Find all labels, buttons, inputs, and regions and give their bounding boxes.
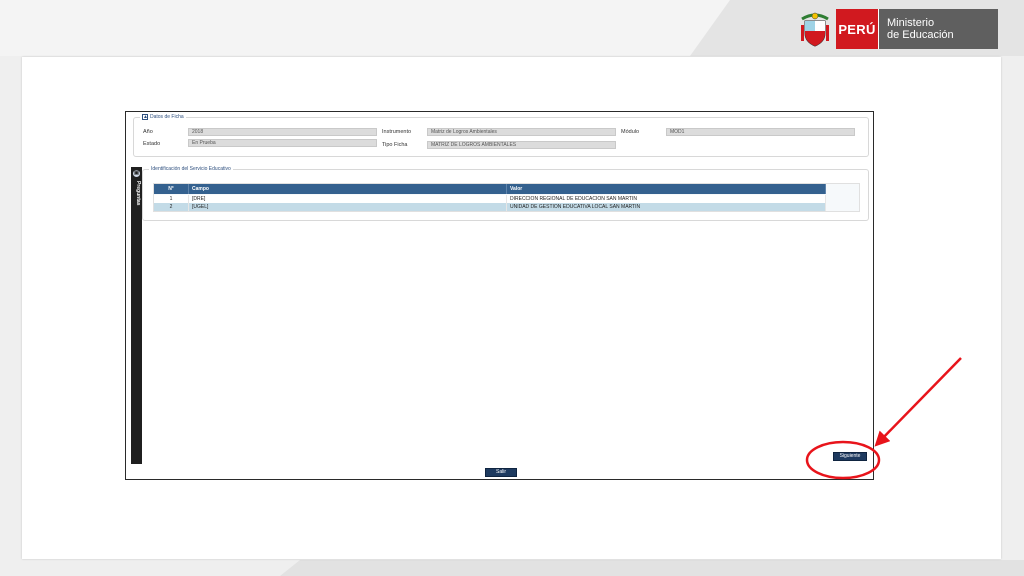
- collapse-toggle-icon[interactable]: ▲: [142, 114, 148, 120]
- instrumento-label: Instrumento: [382, 129, 412, 135]
- preguntas-label: Preguntas: [135, 181, 141, 206]
- row-valor: DIRECCION REGIONAL DE EDUCACION SAN MART…: [507, 195, 826, 203]
- column-header-valor[interactable]: Valor: [507, 184, 826, 194]
- ministry-name: Ministerio de Educación: [878, 9, 998, 49]
- table-row[interactable]: 1 [DRE] DIRECCION REGIONAL DE EDUCACION …: [154, 195, 826, 203]
- instrumento-field[interactable]: Matriz de Logros Ambientales: [427, 128, 616, 136]
- siguiente-button[interactable]: Siguiente: [833, 452, 867, 461]
- servicio-grid: N° Campo Valor 1 [DRE] DIRECCION REGIONA…: [153, 183, 860, 212]
- peru-label: PERÚ: [836, 9, 878, 49]
- preguntas-icon: ▣: [133, 170, 140, 177]
- minedu-logo: PERÚ Ministerio de Educación: [798, 9, 998, 49]
- grid-header: N° Campo Valor: [154, 184, 826, 194]
- datos-ficha-title: Datos de Ficha: [150, 114, 184, 120]
- app-window: ▲ Datos de Ficha Año 2018 Estado En Prue…: [125, 111, 874, 480]
- row-valor: UNIDAD DE GESTION EDUCATIVA LOCAL SAN MA…: [507, 203, 826, 211]
- row-campo: [UGEL]: [189, 203, 507, 211]
- salir-button[interactable]: Salir: [485, 468, 517, 477]
- table-row-selected[interactable]: 2 [UGEL] UNIDAD DE GESTION EDUCATIVA LOC…: [154, 203, 826, 211]
- modulo-field[interactable]: MOD1: [666, 128, 855, 136]
- slide-bottom-diagonal: [280, 560, 1024, 576]
- datos-ficha-legend: ▲ Datos de Ficha: [140, 114, 186, 120]
- preguntas-side-tab[interactable]: ▣ Preguntas: [131, 167, 142, 464]
- anio-field[interactable]: 2018: [188, 128, 377, 136]
- servicio-educativo-title: Identificación del Servicio Educativo: [151, 166, 231, 172]
- ministry-line-1: Ministerio: [887, 17, 935, 29]
- row-number: 2: [154, 203, 189, 211]
- estado-field[interactable]: En Prueba: [188, 139, 377, 147]
- tipo-ficha-field[interactable]: MATRIZ DE LOGROS AMBIENTALES: [427, 141, 616, 149]
- modulo-label: Módulo: [621, 129, 640, 135]
- tipo-ficha-label: Tipo Ficha: [382, 142, 408, 148]
- datos-ficha-fieldset: ▲ Datos de Ficha Año 2018 Estado En Prue…: [133, 114, 869, 157]
- peru-coat-of-arms-icon: [801, 12, 829, 47]
- row-number: 1: [154, 195, 189, 203]
- estado-label: Estado: [143, 141, 161, 147]
- ministry-line-2: de Educación: [887, 29, 954, 41]
- anio-label: Año: [143, 129, 153, 135]
- row-campo: [DRE]: [189, 195, 507, 203]
- column-header-n[interactable]: N°: [154, 184, 189, 194]
- servicio-educativo-legend: Identificación del Servicio Educativo: [149, 166, 233, 172]
- column-header-campo[interactable]: Campo: [189, 184, 507, 194]
